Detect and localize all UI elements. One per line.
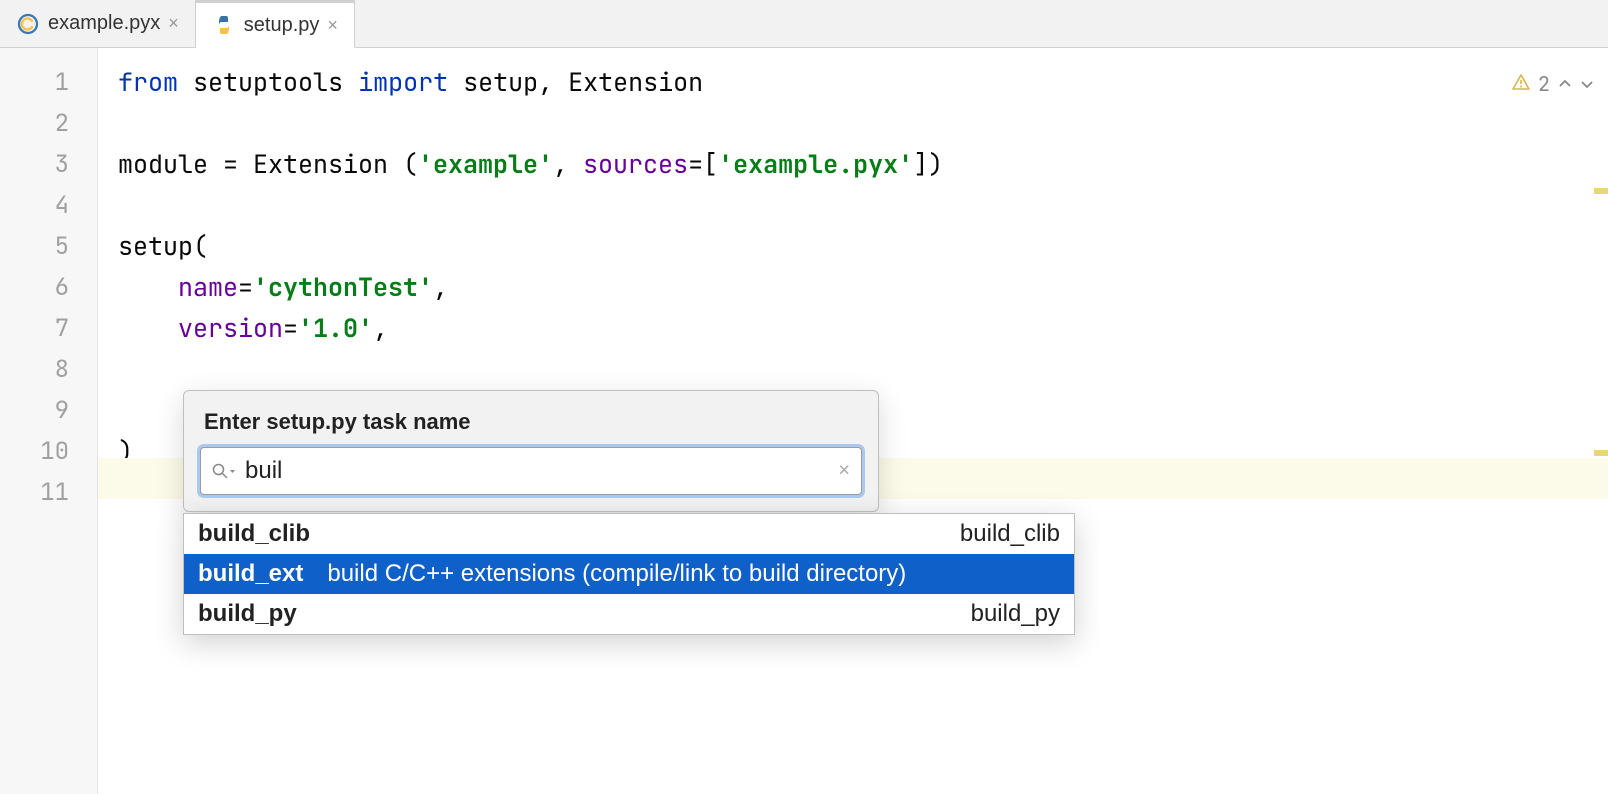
- line-number: 11: [0, 472, 97, 513]
- line-number: 7: [0, 308, 97, 349]
- clear-icon[interactable]: ×: [838, 460, 850, 483]
- suggestion-right: build_clib: [960, 520, 1060, 548]
- search-input-wrap: ×: [200, 447, 862, 495]
- line-number: 4: [0, 185, 97, 226]
- line-number: 2: [0, 103, 97, 144]
- tab-label: example.pyx: [48, 12, 160, 35]
- chevron-up-icon[interactable]: [1558, 64, 1572, 105]
- close-icon[interactable]: ×: [168, 13, 179, 34]
- search-icon[interactable]: [212, 463, 236, 479]
- line-number: 6: [0, 267, 97, 308]
- code-line: setup(: [118, 226, 1608, 267]
- suggestions-list: build_clib build_clib build_ext build C/…: [183, 513, 1075, 635]
- python-file-icon: [212, 13, 236, 37]
- code-line: version='1.0',: [118, 308, 1608, 349]
- warning-marker[interactable]: [1594, 450, 1608, 456]
- suggestion-name: build_py: [198, 600, 297, 628]
- line-number: 5: [0, 226, 97, 267]
- cython-file-icon: [16, 12, 40, 36]
- suggestion-name: build_clib: [198, 520, 310, 548]
- tab-bar: example.pyx × setup.py ×: [0, 0, 1608, 48]
- warning-marker[interactable]: [1594, 188, 1608, 194]
- popup-title: Enter setup.py task name: [184, 391, 878, 447]
- warning-icon: [1512, 64, 1530, 105]
- line-number: 3: [0, 144, 97, 185]
- warning-count: 2: [1538, 64, 1550, 105]
- run-task-popup: Enter setup.py task name ×: [183, 390, 879, 512]
- suggestion-name: build_ext: [198, 560, 303, 588]
- marker-strip[interactable]: [1592, 48, 1608, 794]
- line-number: 8: [0, 349, 97, 390]
- code-line: module = Extension ('example', sources=[…: [118, 144, 1608, 185]
- tab-label: setup.py: [244, 14, 320, 37]
- suggestion-item-build-ext[interactable]: build_ext build C/C++ extensions (compil…: [184, 554, 1074, 594]
- code-line: [118, 349, 1608, 390]
- code-line: [118, 185, 1608, 226]
- tab-setup-py[interactable]: setup.py ×: [196, 0, 355, 48]
- close-icon[interactable]: ×: [327, 15, 338, 36]
- code-line: from setuptools import setup, Extension: [118, 62, 1608, 103]
- inspection-widget[interactable]: 2: [1512, 64, 1594, 105]
- line-number: 1: [0, 62, 97, 103]
- gutter: 1 2 3 4 5 6 7 8 9 10 11: [0, 48, 98, 794]
- code-line: name='cythonTest',: [118, 267, 1608, 308]
- tab-example-pyx[interactable]: example.pyx ×: [0, 0, 196, 48]
- suggestion-item-build-clib[interactable]: build_clib build_clib: [184, 514, 1074, 554]
- code-line: [118, 103, 1608, 144]
- line-number: 10: [0, 431, 97, 472]
- task-name-input[interactable]: [200, 447, 862, 495]
- suggestion-item-build-py[interactable]: build_py build_py: [184, 594, 1074, 634]
- line-number: 9: [0, 390, 97, 431]
- suggestion-right: build_py: [971, 600, 1060, 628]
- suggestion-desc: build C/C++ extensions (compile/link to …: [327, 560, 906, 588]
